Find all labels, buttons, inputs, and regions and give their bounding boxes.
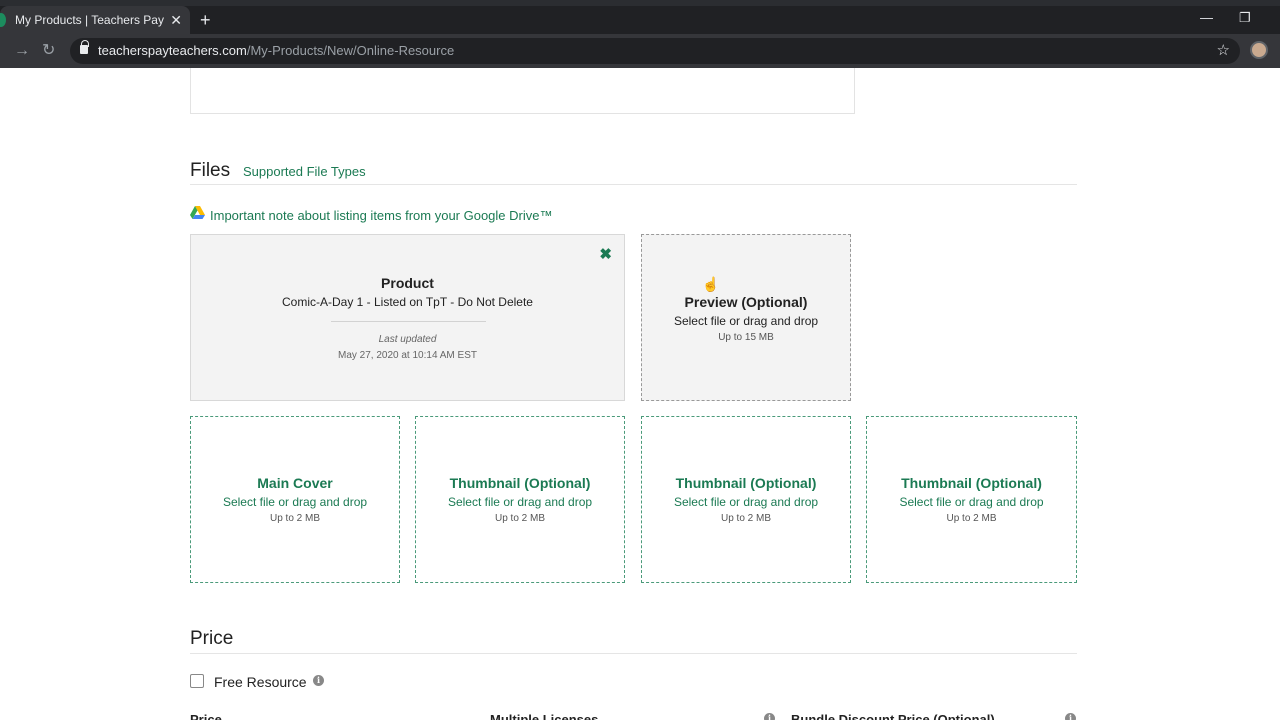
google-drive-icon <box>190 206 205 219</box>
thumbnail-dropzone-2[interactable]: Thumbnail (Optional) Select file or drag… <box>641 416 851 583</box>
tab-title: My Products | Teachers Pay Teach <box>15 13 165 27</box>
price-section-title: Price <box>190 628 234 649</box>
dropzone-size-limit: Up to 2 MB <box>269 513 321 524</box>
files-divider <box>190 184 1077 185</box>
dropzone-size-limit: Up to 2 MB <box>720 513 772 524</box>
product-file-card[interactable]: ✖ Product Comic-A-Day 1 - Listed on TpT … <box>190 234 625 401</box>
last-updated-date: May 27, 2020 at 10:14 AM EST <box>338 350 477 361</box>
dropzone-instructions: Select file or drag and drop <box>222 495 368 509</box>
main-cover-dropzone[interactable]: Main Cover Select file or drag and drop … <box>190 416 400 583</box>
preview-title: Preview (Optional) <box>684 294 808 310</box>
browser-toolbar: → ↻ teacherspayteachers.com/My-Products/… <box>0 34 1280 68</box>
free-resource-checkbox[interactable] <box>190 674 204 688</box>
preview-dropzone[interactable]: Preview (Optional) Select file or drag a… <box>641 234 851 401</box>
dropzone-instructions: Select file or drag and drop <box>673 495 819 509</box>
dropzone-title: Main Cover <box>257 475 333 491</box>
dropzone-size-limit: Up to 2 MB <box>494 513 546 524</box>
avatar[interactable] <box>1250 41 1268 59</box>
hand-cursor-icon: ☝ <box>702 276 720 292</box>
previous-field-box <box>190 68 855 114</box>
info-icon[interactable]: i <box>764 713 775 720</box>
thumbnail-dropzone-1[interactable]: Thumbnail (Optional) Select file or drag… <box>415 416 625 583</box>
product-file-name: Comic-A-Day 1 - Listed on TpT - Do Not D… <box>282 295 533 309</box>
tab-close-icon[interactable]: ✕ <box>170 12 182 28</box>
info-icon[interactable]: i <box>313 675 324 686</box>
google-drive-note-link[interactable]: Important note about listing items from … <box>210 208 552 223</box>
dropzone-title: Thumbnail (Optional) <box>675 475 817 491</box>
site-favicon <box>0 13 6 27</box>
tab-strip-top <box>0 0 1280 6</box>
bundle-discount-label: Bundle Discount Price (Optional) <box>791 712 995 720</box>
last-updated-label: Last updated <box>378 334 437 345</box>
price-divider <box>190 653 1077 654</box>
address-bar[interactable]: teacherspayteachers.com/My-Products/New/… <box>70 38 1240 64</box>
files-section-title: Files <box>190 160 231 181</box>
dropzone-size-limit: Up to 2 MB <box>946 513 997 524</box>
browser-tab[interactable]: My Products | Teachers Pay Teach ✕ <box>0 6 190 34</box>
supported-file-types-link[interactable]: Supported File Types <box>243 164 366 179</box>
minimize-icon[interactable]: — <box>1200 10 1213 25</box>
remove-file-icon[interactable]: ✖ <box>599 245 612 263</box>
lock-icon <box>80 40 89 54</box>
preview-size-limit: Up to 15 MB <box>718 332 774 343</box>
preview-instructions: Select file or drag and drop <box>673 314 819 328</box>
reload-icon[interactable]: ↻ <box>42 42 55 60</box>
card-divider <box>331 321 486 322</box>
dropzone-title: Thumbnail (Optional) <box>449 475 591 491</box>
restore-icon[interactable]: ❐ <box>1239 10 1251 26</box>
star-icon[interactable]: ☆ <box>1217 41 1230 59</box>
thumbnail-dropzone-3[interactable]: Thumbnail (Optional) Select file or drag… <box>866 416 1077 583</box>
forward-icon[interactable]: → <box>14 42 30 60</box>
price-column-label: Price <box>190 712 222 720</box>
dropzone-instructions: Select file or drag and drop <box>447 495 593 509</box>
product-card-title: Product <box>381 275 434 291</box>
info-icon[interactable]: i <box>1065 713 1076 720</box>
dropzone-title: Thumbnail (Optional) <box>901 475 1042 491</box>
multiple-licenses-label: Multiple Licenses <box>490 712 599 720</box>
dropzone-instructions: Select file or drag and drop <box>899 495 1044 509</box>
new-tab-button[interactable]: + <box>200 10 211 30</box>
url-text: teacherspayteachers.com/My-Products/New/… <box>98 43 455 58</box>
free-resource-label: Free Resource <box>214 674 307 690</box>
browser-tab-strip: My Products | Teachers Pay Teach ✕ + — ❐ <box>0 0 1280 34</box>
